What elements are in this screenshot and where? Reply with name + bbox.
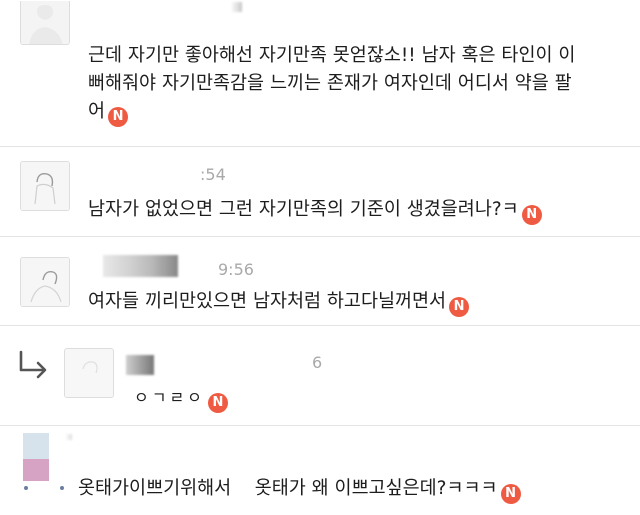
comment-line-last: 어N: [88, 98, 575, 127]
comment-2: :54 남자가 없었으면 그런 자기만족의 기준이 생겼을려나?ㅋ N: [0, 147, 640, 236]
new-badge: N: [521, 205, 542, 225]
new-badge: N: [449, 297, 470, 317]
comment-3: 9:56 여자들 끼리만있으면 남자처럼 하고다닐꺼면서 N: [0, 237, 640, 325]
comment-body: 남자가 없었으면 그런 자기만족의 기준이 생겼을려나?ㅋ: [88, 199, 519, 220]
comment-time: 6: [312, 353, 323, 372]
avatar[interactable]: [20, 431, 70, 481]
comment-5: 옷태가이쁘기위해서 옷태가 왜 이쁘고싶은데?ㅋㅋㅋ N: [0, 426, 640, 515]
new-badge: N: [500, 484, 521, 504]
comment-body: ㅇㄱㄹㅇ: [134, 388, 205, 407]
avatar[interactable]: [20, 161, 70, 211]
comment-text: 근데 자기만 좋아해선 자기만족 못얻잖소!! 남자 혹은 타인이 이 뻐해줘야…: [88, 42, 575, 127]
default-avatar-icon: [21, 162, 69, 210]
new-badge: N: [108, 107, 129, 127]
avatar[interactable]: [20, 257, 70, 307]
comment-text: 남자가 없었으면 그런 자기만족의 기준이 생겼을려나?ㅋ N: [88, 196, 542, 225]
default-avatar-icon: [21, 1, 69, 44]
comment-text: ㅇㄱㄹㅇ N: [134, 384, 228, 413]
default-avatar-icon: [65, 349, 113, 397]
comment-body: 여자들 끼리만있으면 남자처럼 하고다닐꺼면서: [88, 291, 447, 312]
comment-thread: 근데 자기만 좋아해선 자기만족 못얻잖소!! 남자 혹은 타인이 이 뻐해줘야…: [0, 0, 640, 515]
avatar[interactable]: [64, 348, 114, 398]
profile-image-blurred-icon: [23, 433, 49, 481]
nickname-blurred: [103, 255, 178, 277]
comment-1: 근데 자기만 좋아해선 자기만족 못얻잖소!! 남자 혹은 타인이 이 뻐해줘야…: [0, 0, 640, 146]
nickname-blurred: [66, 434, 72, 440]
avatar[interactable]: [20, 1, 70, 45]
comment-4-reply: 6 ㅇㄱㄹㅇ N: [0, 326, 640, 425]
comment-body: 옷태가이쁘기위해서 옷태가 왜 이쁘고싶은데?ㅋㅋㅋ: [78, 478, 498, 499]
comment-text: 여자들 끼리만있으면 남자처럼 하고다닐꺼면서 N: [88, 288, 470, 317]
comment-line: 뻐해줘야 자기만족감을 느끼는 존재가 여자인데 어디서 약을 팔: [88, 73, 572, 94]
nickname-blurred: [126, 355, 154, 375]
new-badge: N: [207, 393, 228, 413]
comment-line: 근데 자기만 좋아해선 자기만족 못얻잖소!! 남자 혹은 타인이 이: [88, 45, 576, 66]
default-avatar-icon: [21, 258, 69, 306]
comment-line: 어: [88, 101, 106, 122]
comment-time: :54: [200, 165, 226, 184]
nickname-blurred: [232, 2, 242, 12]
comment-time: 9:56: [218, 260, 254, 279]
scroll-indicator-dots: [24, 486, 64, 490]
comment-text: 옷태가이쁘기위해서 옷태가 왜 이쁘고싶은데?ㅋㅋㅋ N: [78, 475, 521, 504]
